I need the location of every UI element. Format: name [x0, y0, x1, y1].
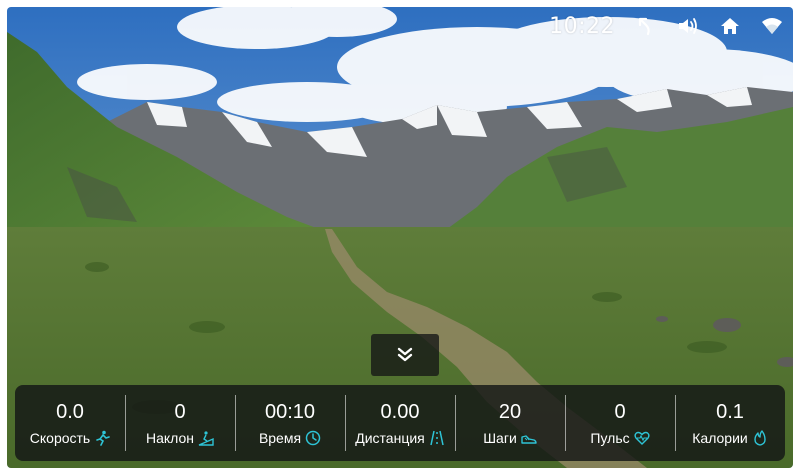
- stat-incline-value: 0: [174, 401, 186, 423]
- stat-distance-value: 0.00: [380, 401, 420, 423]
- stat-pulse-value: 0: [614, 401, 626, 423]
- collapse-panel-button[interactable]: [371, 334, 439, 376]
- stat-distance-label: Дистанция: [355, 430, 425, 446]
- stat-calories: 0.1 Калории: [675, 385, 785, 461]
- stat-steps-value: 20: [498, 401, 522, 423]
- road-icon: [430, 430, 444, 446]
- workout-stats-bar: 0.0 Скорость 0 Наклон 00:10 Время 0.00 Д…: [15, 385, 785, 461]
- status-bar: 10:22: [549, 11, 783, 41]
- status-clock: 10:22: [549, 13, 615, 39]
- stat-speed-value: 0.0: [56, 401, 84, 423]
- stat-distance: 0.00 Дистанция: [345, 385, 455, 461]
- double-chevron-down-icon: [397, 347, 413, 362]
- heart-pulse-icon: [634, 431, 650, 445]
- stat-steps-label: Шаги: [483, 430, 517, 446]
- wifi-icon[interactable]: [761, 15, 783, 37]
- stat-time: 00:10 Время: [235, 385, 345, 461]
- video-screen: 10:22 0.0 Скорость 0 Наклон 00:10 Время …: [7, 7, 793, 468]
- running-icon: [96, 430, 111, 446]
- stat-speed-label: Скорость: [29, 430, 91, 446]
- stat-incline-label: Наклон: [145, 430, 195, 446]
- stat-time-label: Время: [258, 430, 302, 446]
- stat-pulse: 0 Пульс: [565, 385, 675, 461]
- incline-icon: [198, 431, 214, 446]
- clock-icon: [305, 430, 321, 446]
- stat-incline: 0 Наклон: [125, 385, 235, 461]
- home-icon[interactable]: [719, 15, 741, 37]
- stat-speed: 0.0 Скорость: [15, 385, 125, 461]
- stat-calories-value: 0.1: [716, 401, 744, 423]
- stat-pulse-label: Пульс: [590, 430, 630, 446]
- stat-calories-label: Калории: [692, 430, 748, 446]
- shoe-icon: [521, 435, 537, 444]
- flame-icon: [754, 430, 766, 446]
- stat-steps: 20 Шаги: [455, 385, 565, 461]
- back-icon[interactable]: [635, 15, 657, 37]
- volume-icon[interactable]: [677, 15, 699, 37]
- stat-time-value: 00:10: [264, 401, 316, 423]
